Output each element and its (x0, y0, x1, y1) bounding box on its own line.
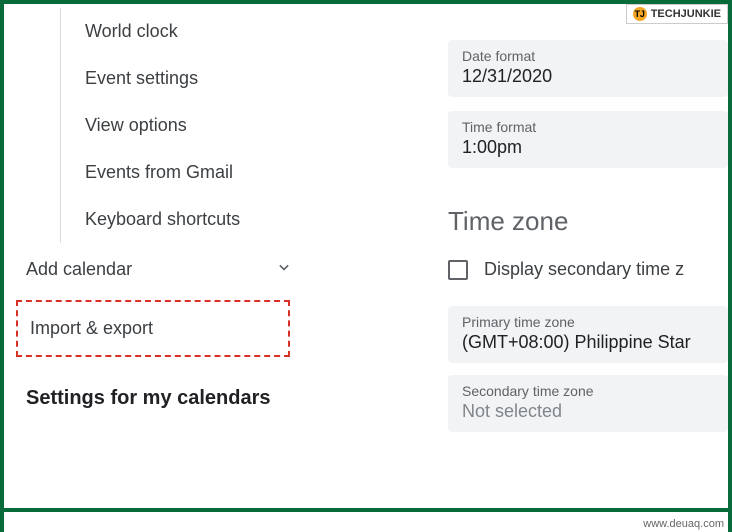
primary-timezone-select[interactable]: Primary time zone (GMT+08:00) Philippine… (448, 306, 728, 363)
settings-content: Date format 12/31/2020 Time format 1:00p… (338, 8, 728, 504)
field-label: Date format (462, 48, 714, 64)
sidebar-item-label: Events from Gmail (85, 162, 233, 182)
settings-sidebar: World clock Event settings View options … (4, 8, 338, 504)
sidebar-item-label: Keyboard shortcuts (85, 209, 240, 229)
decorative-border (0, 508, 732, 512)
sidebar-item-world-clock[interactable]: World clock (61, 8, 330, 55)
field-value: 12/31/2020 (462, 66, 714, 87)
field-label: Primary time zone (462, 314, 714, 330)
field-label: Secondary time zone (462, 383, 714, 399)
secondary-timezone-checkbox-row[interactable]: Display secondary time z (448, 259, 728, 280)
chevron-down-icon (274, 257, 294, 282)
watermark-url: www.deuaq.com (643, 518, 724, 530)
date-format-select[interactable]: Date format 12/31/2020 (448, 40, 728, 97)
sidebar-item-add-calendar[interactable]: Add calendar (8, 243, 330, 296)
field-value: 1:00pm (462, 137, 714, 158)
sidebar-item-label: Add calendar (26, 259, 132, 280)
sidebar-item-label: Import & export (30, 318, 153, 339)
sidebar-item-event-settings[interactable]: Event settings (61, 55, 330, 102)
sidebar-section-heading: Settings for my calendars (8, 361, 330, 420)
time-format-select[interactable]: Time format 1:00pm (448, 111, 728, 168)
decorative-border (728, 0, 732, 532)
field-value: (GMT+08:00) Philippine Star (462, 332, 714, 353)
watermark-badge: TJ TECHJUNKIE (626, 4, 728, 24)
decorative-border (0, 0, 4, 532)
secondary-timezone-select[interactable]: Secondary time zone Not selected (448, 375, 728, 432)
checkbox-label: Display secondary time z (484, 259, 684, 280)
techjunkie-icon: TJ (633, 7, 647, 21)
sidebar-general-group: World clock Event settings View options … (60, 8, 330, 243)
settings-container: World clock Event settings View options … (0, 0, 732, 508)
watermark-badge-text: TECHJUNKIE (651, 8, 721, 20)
field-label: Time format (462, 119, 714, 135)
sidebar-item-keyboard-shortcuts[interactable]: Keyboard shortcuts (61, 196, 330, 243)
sidebar-item-view-options[interactable]: View options (61, 102, 330, 149)
sidebar-item-events-from-gmail[interactable]: Events from Gmail (61, 149, 330, 196)
checkbox-icon[interactable] (448, 260, 468, 280)
decorative-border (0, 0, 732, 4)
timezone-heading: Time zone (448, 206, 728, 237)
sidebar-item-label: View options (85, 115, 187, 135)
sidebar-item-label: World clock (85, 21, 178, 41)
sidebar-item-label: Event settings (85, 68, 198, 88)
sidebar-item-import-export[interactable]: Import & export (16, 300, 290, 357)
field-value: Not selected (462, 401, 714, 422)
